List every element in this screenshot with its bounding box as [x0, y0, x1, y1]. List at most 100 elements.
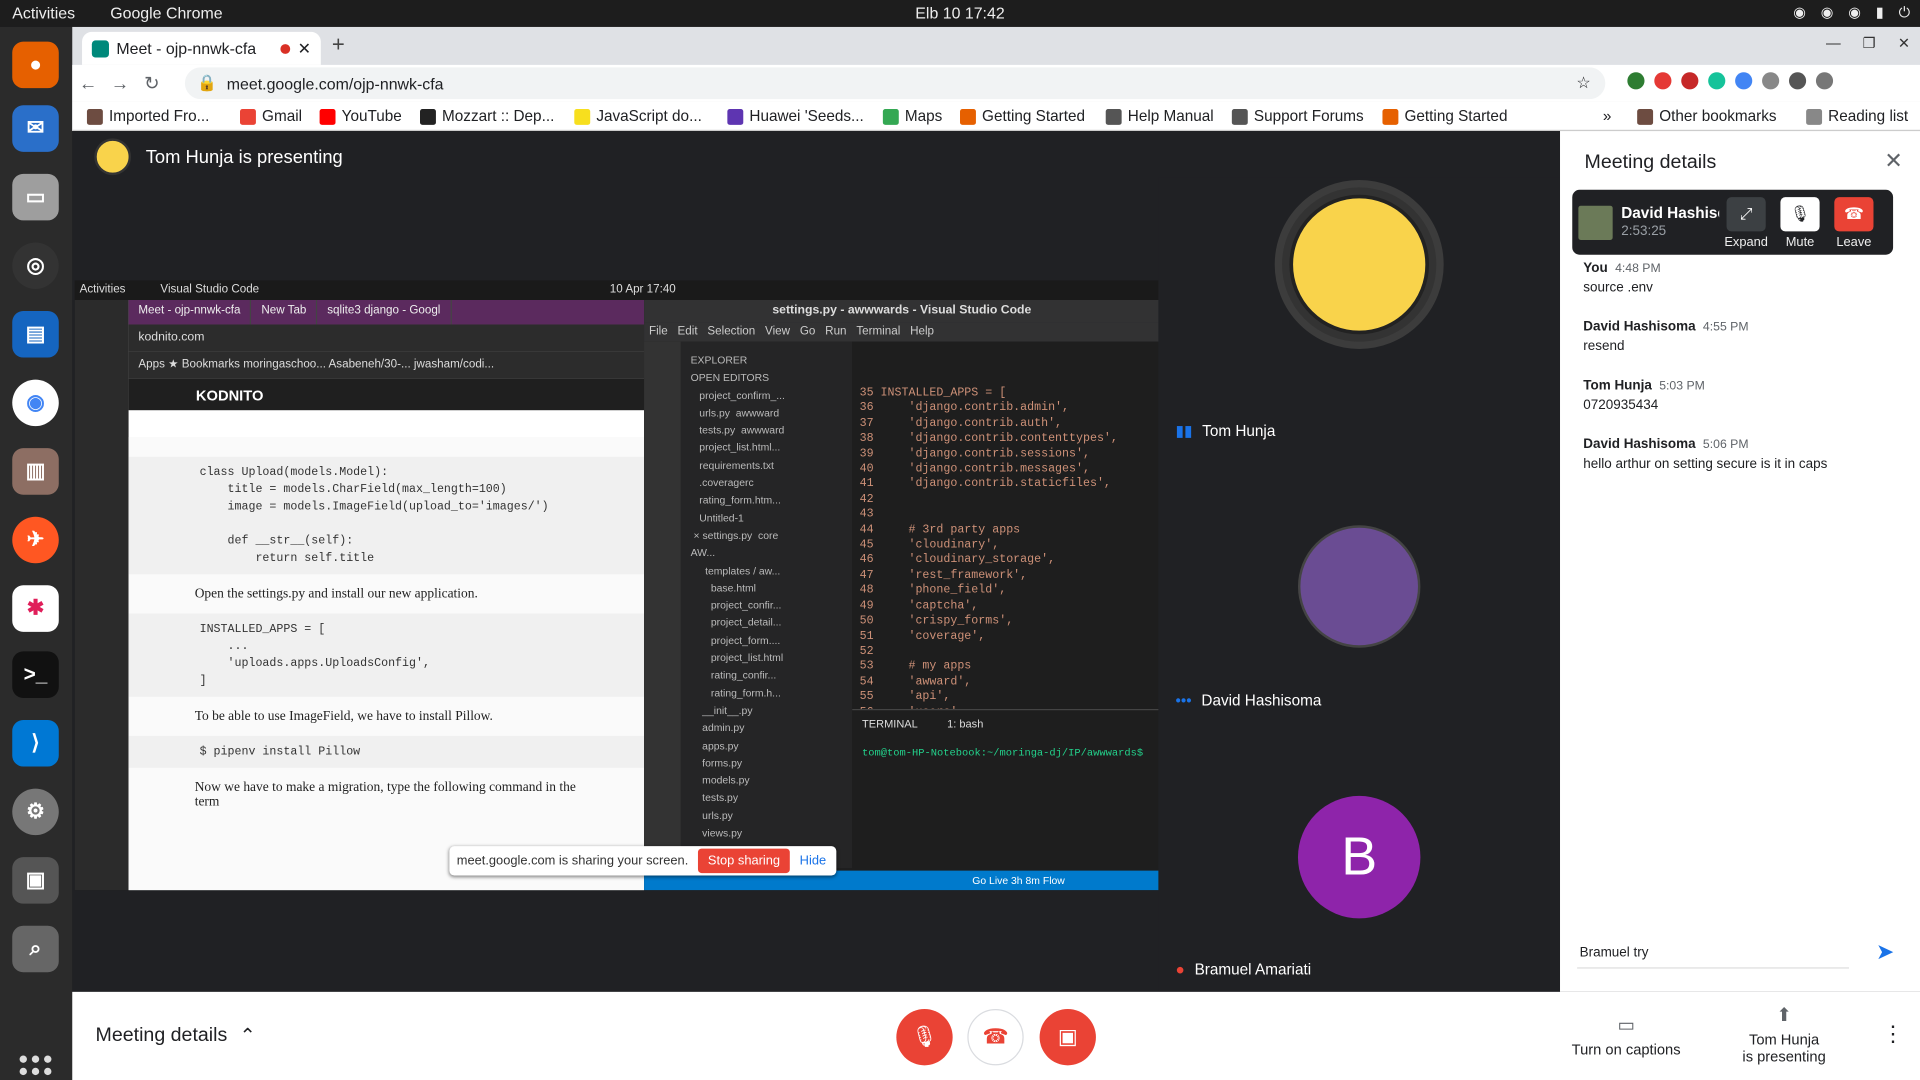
vscode-icon[interactable]: ⟩	[12, 720, 59, 767]
power-icon[interactable]: ⏻	[1899, 4, 1911, 22]
bookmarks-bar: Imported Fro... Gmail YouTube Mozzart ::…	[72, 101, 1920, 132]
captions-button[interactable]: ▭ Turn on captions	[1565, 1014, 1687, 1058]
chat-message: David Hashisoma 4:55 PM resend	[1583, 319, 1749, 354]
wifi-icon[interactable]: ◉	[1793, 4, 1806, 22]
bookmark-item[interactable]: Imported Fro...	[86, 108, 209, 125]
hide-button[interactable]: Hide	[800, 853, 826, 868]
participant-david[interactable]: ••• David Hashisoma	[1176, 692, 1322, 709]
app-menu[interactable]: Google Chrome	[110, 4, 222, 22]
participant-bramuel[interactable]: ● Bramuel Amariati	[1176, 961, 1312, 978]
more-options-icon[interactable]: ⋮	[1882, 1021, 1904, 1047]
folder-icon	[86, 108, 103, 125]
books-icon[interactable]: ▥	[12, 448, 59, 495]
leave-button[interactable]: ☎	[1834, 197, 1874, 232]
participant-tom[interactable]: ▮▮ Tom Hunja	[1176, 421, 1276, 440]
rhythmbox-icon[interactable]: ◎	[12, 242, 59, 289]
bookmark-item[interactable]: Maps	[882, 108, 942, 125]
shared-dock	[74, 300, 129, 891]
participant-avatar	[1274, 180, 1444, 349]
postman-icon[interactable]: ✈	[12, 516, 59, 564]
firefox-icon[interactable]: ●	[12, 41, 59, 89]
chat-input[interactable]: Bramuel try	[1577, 939, 1849, 969]
volume-icon[interactable]: ◉	[1821, 4, 1834, 22]
files-icon[interactable]: ▭	[12, 173, 59, 221]
presenting-button[interactable]: ⬆ Tom Hunja is presenting	[1723, 1004, 1845, 1065]
panel-title: Meeting details	[1584, 151, 1717, 173]
huawei-icon	[727, 108, 744, 125]
writer-icon[interactable]: ▤	[12, 311, 59, 358]
reload-icon[interactable]: ↻	[136, 72, 168, 94]
bookmark-item[interactable]: Support Forums	[1231, 108, 1364, 125]
pocket-icon[interactable]	[1762, 72, 1780, 90]
browser-tab[interactable]: Meet - ojp-nnwk-cfa ✕	[82, 31, 321, 65]
terminal-icon[interactable]: >_	[12, 651, 59, 698]
grammarly-icon[interactable]	[1708, 72, 1726, 90]
tab-title: Meet - ojp-nnwk-cfa	[116, 39, 257, 58]
browser-chrome: Meet - ojp-nnwk-cfa ✕ + — ❐ ✕ ← → ↻ 🔒 meet.g…	[72, 26, 1920, 132]
bookmark-overflow-icon[interactable]: »	[1603, 108, 1612, 125]
participant-photo	[1297, 525, 1421, 648]
participant-initial-avatar: B	[1297, 795, 1421, 919]
system-tray[interactable]: ◉ ◉ ◉ ▮ ⏻	[1793, 4, 1910, 22]
meeting-details-button[interactable]: Meeting details ⌃	[96, 1024, 256, 1048]
evernote-icon[interactable]	[1627, 72, 1645, 90]
translate-icon[interactable]	[1735, 72, 1753, 90]
gmail-icon	[240, 108, 256, 125]
extensions	[1627, 72, 1834, 90]
reading-list-icon	[1806, 108, 1823, 125]
extension-icon[interactable]	[1654, 72, 1672, 90]
close-tab-icon[interactable]: ✕	[298, 39, 311, 59]
camera-toggle-button[interactable]: ▣	[1039, 1008, 1096, 1066]
adblock-icon[interactable]	[1681, 72, 1699, 90]
maximize-icon[interactable]: ❐	[1863, 34, 1876, 51]
close-panel-icon[interactable]: ✕	[1884, 148, 1902, 174]
slack-icon[interactable]: ✱	[12, 585, 59, 632]
bookmark-item[interactable]: Getting Started	[960, 108, 1085, 125]
new-tab-button[interactable]: +	[332, 32, 345, 58]
clock[interactable]: Elb 10 17:42	[0, 4, 1920, 22]
profile-icon[interactable]	[1815, 72, 1834, 90]
close-window-icon[interactable]: ✕	[1898, 34, 1910, 51]
software-updater-icon[interactable]: ▣	[12, 857, 59, 904]
mozzart-icon	[420, 108, 436, 125]
thunderbird-icon[interactable]: ✉	[12, 105, 59, 152]
recording-icon	[280, 43, 291, 54]
mic-toggle-button[interactable]: 🎙	[896, 1008, 953, 1066]
meet-controls-bar: Meeting details ⌃ 🎙 ☎ ▣ ▭ Turn on captions…	[72, 991, 1920, 1080]
shared-top-bar: Activities Visual Studio Code 10 Apr 17:40	[74, 280, 1160, 301]
chrome-icon[interactable]: ◉	[12, 379, 59, 427]
bookmark-item[interactable]: JavaScript do...	[574, 108, 702, 125]
activities-button[interactable]: Activities	[12, 4, 75, 22]
bookmark-item[interactable]: Huawei 'Seeds...	[727, 108, 864, 125]
address-bar[interactable]: 🔒 meet.google.com/ojp-nnwk-cfa ☆	[184, 67, 1606, 100]
magnifier-icon[interactable]: ⌕	[12, 925, 59, 973]
settings-icon[interactable]: ⚙	[12, 788, 59, 836]
leave-call-button[interactable]: ☎	[967, 1008, 1024, 1066]
bookmark-star-icon[interactable]: ☆	[1576, 73, 1590, 93]
bookmark-item[interactable]: Getting Started	[1382, 108, 1507, 125]
present-icon: ⬆	[1776, 1005, 1792, 1027]
bookmark-item[interactable]: Help Manual	[1105, 108, 1214, 125]
stop-sharing-button[interactable]: Stop sharing	[698, 848, 790, 874]
minimize-icon[interactable]: —	[1826, 34, 1841, 51]
back-icon[interactable]: ←	[72, 73, 104, 94]
battery-icon[interactable]: ▮	[1876, 4, 1884, 22]
send-icon[interactable]: ➤	[1876, 939, 1894, 965]
mic-icon[interactable]: ◉	[1848, 4, 1861, 22]
bookmark-item[interactable]: Gmail	[240, 108, 302, 125]
mute-button[interactable]: 🎙	[1780, 197, 1820, 232]
avatar	[94, 138, 132, 176]
shared-screen[interactable]: Activities Visual Studio Code 10 Apr 17:40…	[74, 280, 1160, 891]
tutorial-page: class Upload(models.Model): title = mode…	[128, 437, 645, 891]
reading-list[interactable]: Reading list	[1806, 108, 1908, 125]
bookmark-item[interactable]: YouTube	[319, 108, 402, 125]
show-apps-icon[interactable]	[19, 1055, 52, 1080]
expand-button[interactable]: ⤢	[1726, 197, 1766, 232]
dock: ● ✉ ▭ ◎ ▤ ◉ ▥ ✈ ✱ >_ ⟩ ⚙ ▣ ⌕	[0, 26, 73, 1080]
bookmark-item[interactable]: Mozzart :: Dep...	[420, 108, 554, 125]
other-bookmarks[interactable]: Other bookmarks	[1637, 108, 1777, 125]
participant-tiles: ▮▮ Tom Hunja ••• David Hashisoma B ● Bramue…	[1158, 177, 1561, 992]
forward-icon[interactable]: →	[104, 73, 136, 94]
hangup-icon: ☎	[982, 1024, 1009, 1049]
puzzle-icon[interactable]	[1788, 72, 1807, 90]
